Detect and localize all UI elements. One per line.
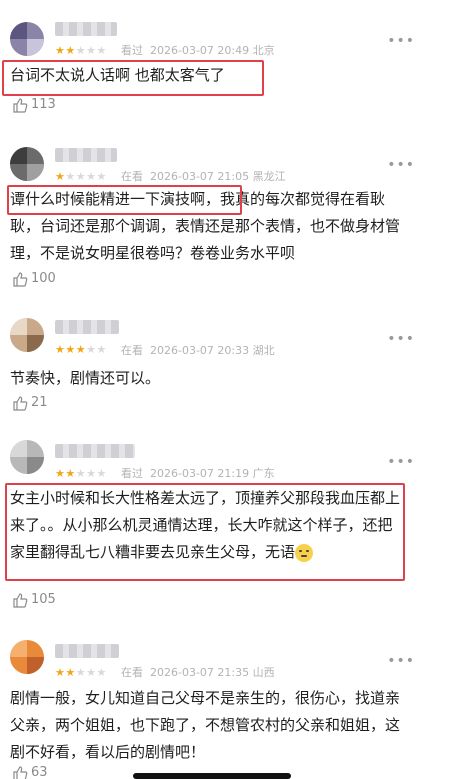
thumbs-up-icon xyxy=(13,98,28,113)
highlight-box xyxy=(5,483,405,581)
like-button[interactable]: 21 xyxy=(12,395,48,411)
like-count: 63 xyxy=(31,765,48,779)
rating-stars: ★★★★★ xyxy=(55,170,107,183)
thumbs-up-icon xyxy=(13,396,28,411)
more-dots-icon[interactable]: ••• xyxy=(387,455,415,469)
highlight-box xyxy=(2,60,264,96)
username-blurred[interactable] xyxy=(55,644,119,658)
home-indicator xyxy=(133,773,291,779)
thumbs-up-icon xyxy=(13,766,28,779)
rating-stars: ★★★★★ xyxy=(55,343,107,356)
avatar[interactable] xyxy=(10,318,44,352)
more-dots-icon[interactable]: ••• xyxy=(387,654,415,668)
comment-meta: 在看 2026-03-07 21:05 黑龙江 xyxy=(121,170,286,183)
rating-stars: ★★★★★ xyxy=(55,666,107,679)
more-dots-icon[interactable]: ••• xyxy=(387,158,415,172)
like-count: 21 xyxy=(31,395,48,410)
comment-meta: 看过 2026-03-07 21:19 广东 xyxy=(121,467,275,480)
thumbs-up-icon xyxy=(13,272,28,287)
avatar[interactable] xyxy=(10,440,44,474)
highlight-box xyxy=(7,185,242,215)
username-blurred[interactable] xyxy=(55,22,117,36)
more-dots-icon[interactable]: ••• xyxy=(387,332,415,346)
rating-stars: ★★★★★ xyxy=(55,467,107,480)
avatar[interactable] xyxy=(10,22,44,56)
comment-meta: 看过 2026-03-07 20:49 北京 xyxy=(121,44,275,57)
like-button[interactable]: 105 xyxy=(12,592,56,608)
rating-stars: ★★★★★ xyxy=(55,44,107,57)
username-blurred[interactable] xyxy=(55,320,119,334)
username-blurred[interactable] xyxy=(55,148,117,162)
comment-text: 节奏快，剧情还可以。 xyxy=(10,369,161,387)
more-dots-icon[interactable]: ••• xyxy=(387,34,415,48)
comment-text: 剧情一般，女儿知道自己父母不是亲生的，很伤心，找道亲父亲，两个姐姐，也下跑了，不… xyxy=(10,689,401,761)
thumbs-up-icon xyxy=(13,593,28,608)
like-count: 105 xyxy=(31,592,56,607)
comment-meta: 在看 2026-03-07 20:33 湖北 xyxy=(121,344,275,357)
like-button[interactable]: 100 xyxy=(12,271,56,287)
like-button[interactable]: 63 xyxy=(12,765,48,779)
like-count: 113 xyxy=(31,97,56,112)
username-blurred[interactable] xyxy=(55,444,135,458)
avatar[interactable] xyxy=(10,640,44,674)
like-button[interactable]: 113 xyxy=(12,97,56,113)
comment-meta: 在看 2026-03-07 21:35 山西 xyxy=(121,666,275,679)
avatar[interactable] xyxy=(10,147,44,181)
like-count: 100 xyxy=(31,271,56,286)
